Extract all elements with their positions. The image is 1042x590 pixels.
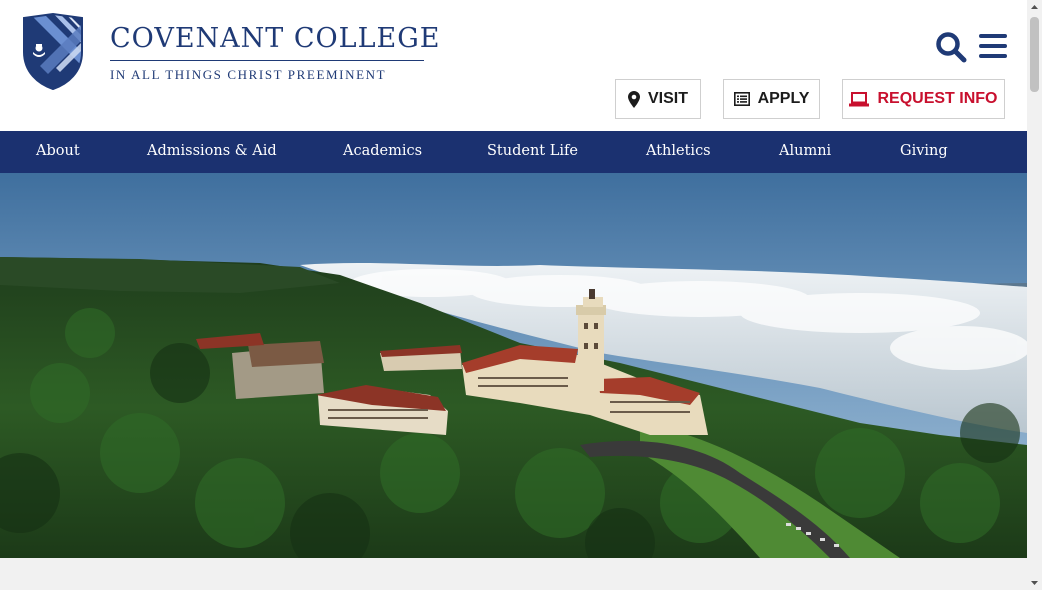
apply-button[interactable]: APPLY [723, 79, 820, 119]
apply-label: APPLY [757, 90, 810, 107]
page: COVENANT COLLEGE IN ALL THINGS CHRIST PR… [0, 0, 1027, 590]
nav-item-about[interactable]: About [36, 131, 80, 173]
search-icon [936, 32, 967, 63]
nav-item-giving[interactable]: Giving [900, 131, 948, 173]
hero-image [0, 173, 1027, 558]
scroll-down-arrow-icon[interactable] [1027, 575, 1042, 590]
map-pin-icon [627, 90, 640, 108]
logo-divider [110, 60, 424, 61]
visit-button[interactable]: VISIT [615, 79, 701, 119]
scrollbar-thumb[interactable] [1030, 17, 1039, 92]
laptop-icon [849, 91, 870, 106]
crest-icon [23, 12, 83, 90]
main-nav: About Admissions & Aid Academics Student… [0, 131, 1027, 173]
visit-label: VISIT [647, 90, 688, 107]
nav-item-admissions[interactable]: Admissions & Aid [147, 131, 277, 173]
request-info-label: REQUEST INFO [877, 90, 998, 107]
menu-button[interactable] [979, 34, 1007, 58]
nav-item-alumni[interactable]: Alumni [779, 131, 831, 173]
campus-aerial-photo [0, 173, 1027, 558]
site-title: COVENANT COLLEGE [110, 23, 441, 54]
content-section-start [0, 558, 1027, 590]
nav-item-student-life[interactable]: Student Life [487, 131, 578, 173]
list-icon [733, 92, 750, 106]
search-button[interactable] [935, 31, 967, 63]
site-logo[interactable]: COVENANT COLLEGE IN ALL THINGS CHRIST PR… [20, 12, 441, 90]
hamburger-menu-icon [979, 34, 1007, 58]
page-scrollbar[interactable] [1027, 0, 1042, 590]
nav-item-academics[interactable]: Academics [343, 131, 422, 173]
scroll-up-arrow-icon[interactable] [1027, 0, 1042, 15]
site-header: COVENANT COLLEGE IN ALL THINGS CHRIST PR… [0, 0, 1027, 131]
nav-item-athletics[interactable]: Athletics [646, 131, 711, 173]
site-motto: IN ALL THINGS CHRIST PREEMINENT [110, 67, 387, 82]
request-info-button[interactable]: REQUEST INFO [842, 79, 1005, 119]
